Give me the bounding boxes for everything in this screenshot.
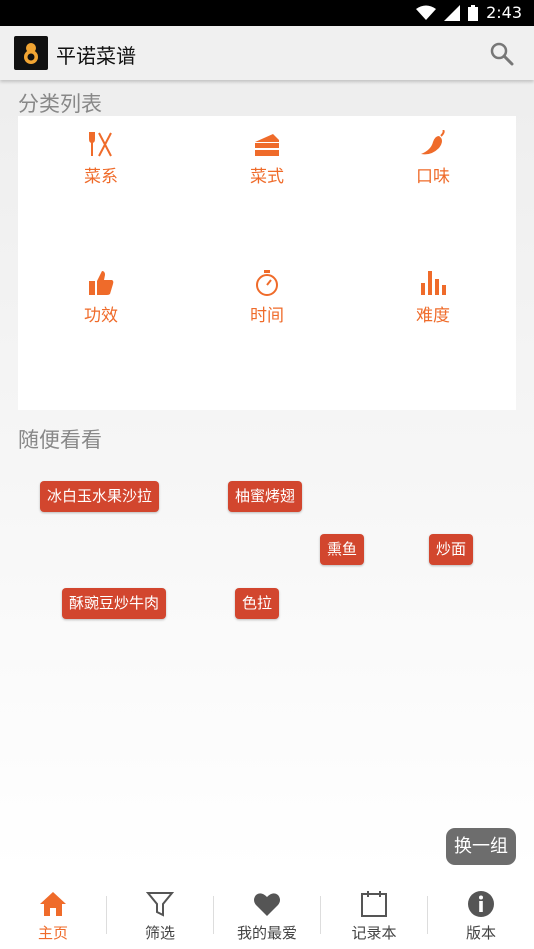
nav-label: 我的最爱 <box>236 924 297 942</box>
categories-card: 菜系 菜式 口味 功效 时间 难度 <box>18 116 516 410</box>
category-time[interactable]: 时间 <box>207 269 327 326</box>
nav-filter[interactable]: 筛选 <box>107 880 213 949</box>
wifi-icon <box>416 5 437 20</box>
status-time: 2:43 <box>486 3 522 22</box>
category-flavor[interactable]: 口味 <box>373 130 493 187</box>
nav-favorites[interactable]: 我的最爱 <box>214 880 320 949</box>
category-label: 口味 <box>416 167 450 187</box>
category-cuisine[interactable]: 菜系 <box>41 130 161 187</box>
refresh-button[interactable]: 换一组 <box>446 828 516 865</box>
chili-icon <box>421 130 445 155</box>
category-dish-type[interactable]: 菜式 <box>207 130 327 187</box>
nav-label: 主页 <box>37 924 68 942</box>
app-bar: 平诺菜谱 <box>0 26 534 80</box>
battery-icon <box>468 5 479 21</box>
stopwatch-icon <box>256 270 278 296</box>
recipe-tag[interactable]: 冰白玉水果沙拉 <box>40 481 160 512</box>
categories-title: 分类列表 <box>18 92 102 116</box>
nav-notebook[interactable]: 记录本 <box>321 880 427 949</box>
app-title: 平诺菜谱 <box>56 44 136 68</box>
utensils-icon <box>89 132 112 157</box>
notebook-icon <box>361 891 387 917</box>
category-label: 菜式 <box>250 167 284 187</box>
nav-label: 版本 <box>465 924 496 942</box>
recipe-tag[interactable]: 酥豌豆炒牛肉 <box>62 588 167 619</box>
chef-logo-icon <box>24 43 38 64</box>
app-logo <box>14 36 48 70</box>
random-title: 随便看看 <box>18 428 102 452</box>
bottom-nav: 主页 筛选 我的最爱 记录本 版本 <box>0 880 534 949</box>
filter-icon <box>145 892 175 917</box>
category-label: 功效 <box>84 306 118 326</box>
signal-icon <box>444 5 461 21</box>
nav-version[interactable]: 版本 <box>428 880 534 949</box>
nav-label: 筛选 <box>144 924 175 942</box>
nav-home[interactable]: 主页 <box>0 880 106 949</box>
category-label: 时间 <box>250 306 284 326</box>
category-efficacy[interactable]: 功效 <box>41 269 161 326</box>
recipe-tag[interactable]: 熏鱼 <box>320 534 365 565</box>
bar-chart-icon <box>421 271 446 295</box>
heart-icon <box>254 893 280 916</box>
recipe-tag[interactable]: 炒面 <box>429 534 474 565</box>
search-button[interactable] <box>488 40 516 68</box>
category-label: 难度 <box>416 306 450 326</box>
recipe-tag[interactable]: 柚蜜烤翅 <box>228 481 303 512</box>
search-icon <box>490 42 514 66</box>
cake-icon <box>255 134 279 156</box>
nav-label: 记录本 <box>351 924 397 942</box>
recipe-tag[interactable]: 色拉 <box>235 588 280 619</box>
thumbs-up-icon <box>89 271 114 295</box>
home-icon <box>40 892 66 916</box>
category-label: 菜系 <box>84 167 118 187</box>
category-difficulty[interactable]: 难度 <box>373 269 493 326</box>
info-icon <box>468 891 494 917</box>
status-bar: 2:43 <box>0 0 534 26</box>
